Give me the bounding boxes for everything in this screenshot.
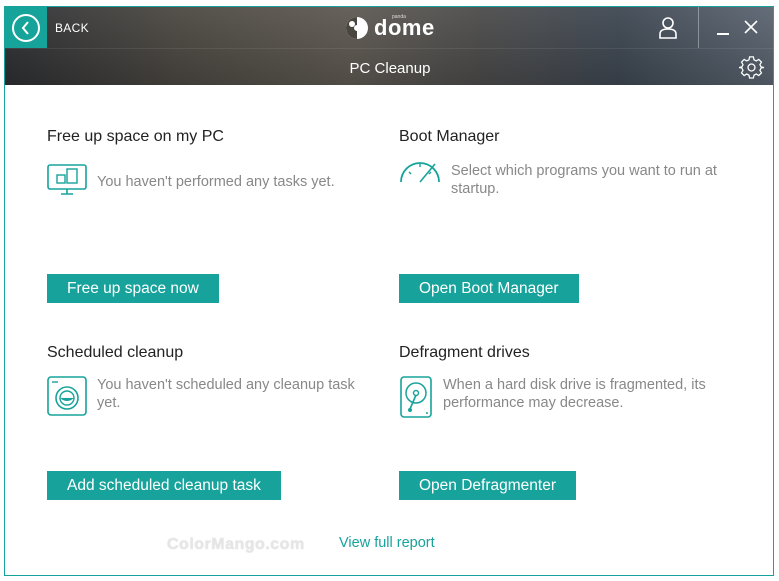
brand-logo: dome panda — [344, 14, 435, 41]
boot-desc-line1: Select which programs you want to run at — [451, 163, 717, 179]
defragment-title: Defragment drives — [399, 344, 530, 361]
defrag-desc-line2: performance may decrease. — [443, 395, 624, 411]
minimize-icon[interactable] — [715, 19, 731, 37]
watermark: ColorMango.com — [167, 536, 305, 553]
chevron-left-icon — [12, 13, 40, 42]
defrag-desc-line1: When a hard disk drive is fragmented, it… — [443, 377, 706, 393]
gear-icon[interactable] — [738, 55, 765, 86]
view-full-report-link[interactable]: View full report — [339, 535, 435, 551]
open-boot-manager-button[interactable]: Open Boot Manager — [399, 274, 579, 303]
scheduled-desc-line1: You haven't scheduled any cleanup task — [97, 377, 355, 393]
header-separator — [698, 7, 699, 48]
add-scheduled-cleanup-button[interactable]: Add scheduled cleanup task — [47, 471, 281, 500]
brand-super: panda — [392, 14, 406, 20]
free-space-desc: You haven't performed any tasks yet. — [97, 174, 335, 190]
scheduled-cleanup-section: Scheduled cleanup You haven't scheduled … — [47, 344, 355, 421]
boot-manager-section: Boot Manager Select which programs you w… — [399, 128, 717, 198]
monitor-icon — [47, 164, 87, 203]
header-divider — [5, 48, 773, 49]
scheduled-desc-line2: yet. — [97, 395, 121, 411]
free-up-space-button[interactable]: Free up space now — [47, 274, 219, 303]
open-defragmenter-button[interactable]: Open Defragmenter — [399, 471, 576, 500]
hard-drive-icon — [399, 376, 433, 423]
boot-desc-line2: startup. — [451, 181, 500, 197]
user-icon[interactable] — [658, 17, 678, 44]
defragment-section: Defragment drives When a hard disk drive… — [399, 344, 706, 423]
washing-machine-icon — [47, 376, 87, 421]
close-icon[interactable] — [743, 19, 759, 40]
app-window: BACK dome panda PC Cleanup Free up space… — [4, 6, 774, 576]
boot-manager-title: Boot Manager — [399, 128, 500, 145]
panda-logo-icon — [346, 17, 368, 39]
scheduled-cleanup-title: Scheduled cleanup — [47, 344, 184, 361]
page-title: PC Cleanup — [349, 60, 431, 77]
speedometer-icon — [399, 160, 441, 189]
back-button[interactable] — [5, 7, 47, 48]
back-label[interactable]: BACK — [55, 21, 89, 35]
free-space-section: Free up space on my PC You haven't perfo… — [47, 128, 335, 203]
free-space-title: Free up space on my PC — [47, 128, 224, 145]
